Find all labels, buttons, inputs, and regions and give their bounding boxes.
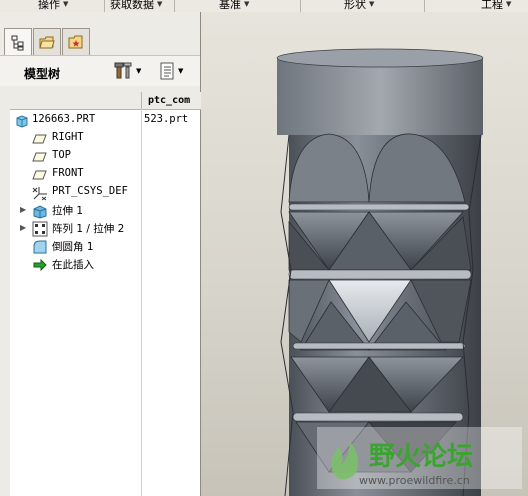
- show-button[interactable]: ▼: [158, 61, 183, 81]
- model-tree: ptc_com 126663.PRT 523.prt RIGHT TOP FRO…: [10, 92, 201, 496]
- datum-plane-icon: [32, 152, 47, 162]
- tab-model-tree[interactable]: [4, 28, 32, 56]
- tree-row-round-1[interactable]: 倒圆角 1: [10, 238, 200, 256]
- menu-operations[interactable]: 操作 ▼: [38, 0, 68, 11]
- faceted-cylinder-model[interactable]: [201, 12, 528, 496]
- round-icon: [33, 240, 47, 254]
- datum-plane-icon: [32, 134, 47, 144]
- settings-button[interactable]: ▼: [114, 61, 141, 81]
- tree-row-front-plane[interactable]: FRONT: [10, 166, 200, 184]
- coordinate-system-icon: [32, 187, 47, 201]
- watermark-title: 野火论坛: [369, 442, 473, 472]
- menu-separator: [424, 0, 425, 12]
- settings-tools-icon: [114, 62, 132, 79]
- menu-separator: [174, 0, 175, 12]
- tree-row-pattern-1[interactable]: ▶ 阵列 1 / 拉伸 2: [10, 220, 200, 238]
- tree-row-right-plane[interactable]: RIGHT: [10, 130, 200, 148]
- chevron-down-icon: ▼: [136, 67, 142, 75]
- favorites-tab-icon: [68, 35, 83, 49]
- watermark-url: www.proewildfire.cn: [359, 474, 470, 487]
- tree-row-extrude-1[interactable]: ▶ 拉伸 1: [10, 202, 200, 220]
- part-icon: [16, 115, 28, 128]
- insert-here-arrow-icon: [33, 258, 47, 272]
- model-tree-toolbar: 模型树 ▼ ▼: [0, 55, 200, 86]
- chevron-down-icon: ▼: [369, 0, 375, 8]
- column-header-ptc-common-name[interactable]: ptc_com: [141, 92, 201, 110]
- graphics-viewport[interactable]: 野火论坛 www.proewildfire.cn: [201, 12, 528, 496]
- model-tree-tab-icon: [11, 35, 24, 50]
- expand-triangle-icon[interactable]: ▶: [20, 223, 26, 232]
- folder-browser-tab-icon: [39, 36, 55, 49]
- navigator-panel: 模型树 ▼ ▼ ptc_com 126663.PRT 523.prt RIGHT…: [0, 12, 201, 496]
- tab-favorites[interactable]: [62, 28, 90, 55]
- tree-row-part[interactable]: 126663.PRT 523.prt: [10, 112, 200, 130]
- menu-datum[interactable]: 基准 ▼: [219, 0, 249, 11]
- datum-plane-icon: [32, 170, 47, 180]
- extrude-icon: [33, 205, 47, 219]
- menu-separator: [104, 0, 105, 12]
- tree-row-top-plane[interactable]: TOP: [10, 148, 200, 166]
- menu-get-data[interactable]: 获取数据 ▼: [110, 0, 162, 11]
- navigator-tabs: [0, 12, 200, 56]
- pattern-icon: [32, 221, 48, 237]
- panel-title: 模型树: [24, 67, 61, 81]
- tree-column-header: [10, 92, 141, 110]
- watermark-logo: 野火论坛 www.proewildfire.cn: [317, 427, 522, 489]
- tree-row-insert-here[interactable]: 在此插入: [10, 256, 200, 274]
- menu-separator: [300, 0, 301, 12]
- chevron-down-icon: ▼: [157, 0, 163, 8]
- expand-triangle-icon[interactable]: ▶: [20, 205, 26, 214]
- chevron-down-icon: ▼: [244, 0, 250, 8]
- show-options-icon: [160, 62, 174, 80]
- chevron-down-icon: ▼: [506, 0, 512, 8]
- menu-engineering[interactable]: 工程 ▼: [481, 0, 511, 11]
- tab-folder-browser[interactable]: [33, 28, 61, 55]
- chevron-down-icon: ▼: [178, 67, 184, 75]
- tree-row-csys[interactable]: PRT_CSYS_DEF: [10, 184, 200, 202]
- menu-shapes[interactable]: 形状 ▼: [344, 0, 374, 11]
- chevron-down-icon: ▼: [63, 0, 69, 8]
